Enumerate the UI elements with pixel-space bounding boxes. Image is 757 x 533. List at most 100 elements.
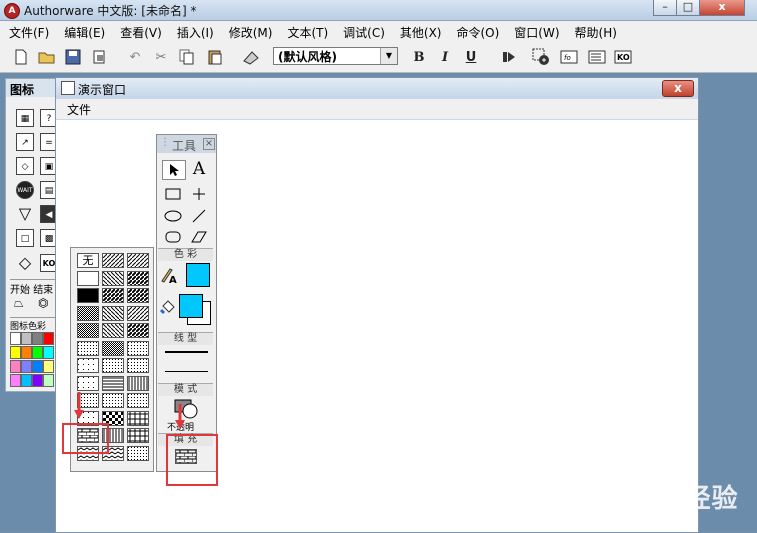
icon-palette-title-bar[interactable]: 图标 (6, 79, 58, 97)
text-tool-button[interactable]: A (188, 159, 210, 179)
fill-pattern-swatch[interactable] (77, 305, 99, 321)
drag-handle-icon[interactable]: ⋮ (160, 137, 170, 148)
icon-color-swatch[interactable] (10, 374, 21, 387)
bold-button[interactable]: B (410, 48, 428, 66)
navigate-icon[interactable]: ▽ (16, 205, 34, 223)
display-icon[interactable]: ▦ (16, 109, 34, 127)
fill-pattern-swatch[interactable] (102, 305, 124, 321)
icon-color-swatch[interactable] (10, 346, 21, 359)
undo-icon[interactable]: ↶ (126, 48, 144, 66)
fill-pattern-swatch[interactable] (102, 288, 124, 303)
fill-pattern-swatch[interactable] (77, 340, 99, 356)
menu-view[interactable]: 查看(V) (111, 21, 168, 42)
fill-pattern-swatch[interactable] (77, 288, 99, 303)
find-replace-icon[interactable] (242, 48, 260, 66)
copy-icon[interactable] (178, 48, 196, 66)
icon-color-swatch[interactable] (43, 346, 54, 359)
fill-pattern-swatch[interactable] (127, 340, 149, 356)
icon-color-swatch[interactable] (43, 360, 54, 373)
polygon-tool-icon[interactable] (188, 228, 210, 246)
import-icon[interactable] (90, 48, 108, 66)
menu-modify[interactable]: 修改(M) (220, 21, 279, 42)
presentation-window-title-bar[interactable]: 演示窗口 x (56, 78, 698, 98)
icon-color-swatch[interactable] (32, 346, 43, 359)
fill-pattern-swatch[interactable] (127, 375, 149, 391)
icon-color-swatch[interactable] (21, 360, 32, 373)
presentation-close-button[interactable]: x (662, 80, 694, 97)
motion-icon[interactable]: ↗ (16, 133, 34, 151)
fill-pattern-swatch[interactable] (102, 393, 124, 408)
paste-icon[interactable] (206, 48, 224, 66)
open-file-icon[interactable] (38, 48, 56, 66)
icon-color-swatch[interactable] (21, 374, 32, 387)
rectangle-tool-icon[interactable] (162, 185, 184, 203)
menu-insert[interactable]: 插入(I) (168, 21, 220, 42)
fill-pattern-swatch[interactable] (77, 375, 99, 391)
knowledge-objects-icon[interactable]: KO (614, 48, 632, 66)
fill-pattern-swatch[interactable] (127, 410, 149, 426)
decision-icon[interactable]: ◇ (16, 254, 34, 272)
fill-pattern-swatch[interactable] (102, 375, 124, 391)
menu-command[interactable]: 命令(O) (447, 21, 505, 42)
foreground-color-swatch[interactable] (186, 263, 210, 287)
fill-pattern-swatch[interactable] (127, 323, 149, 338)
tools-title-bar[interactable]: ⋮ 工具 × (157, 135, 216, 153)
maximize-button[interactable]: □ (676, 0, 700, 16)
icon-color-swatch[interactable] (32, 374, 43, 387)
framework-icon[interactable]: □ (16, 229, 34, 247)
erase-icon[interactable]: ◇ (16, 157, 34, 175)
fill-pattern-swatch[interactable] (77, 270, 99, 286)
fill-color-swatch[interactable] (179, 294, 203, 318)
icon-color-swatch[interactable] (32, 360, 43, 373)
fill-pattern-swatch[interactable] (127, 270, 149, 286)
fill-pattern-swatch[interactable] (127, 428, 149, 443)
text-style-dropdown[interactable]: (默认风格) ▼ (273, 47, 398, 65)
menu-help[interactable]: 帮助(H) (566, 21, 623, 42)
fill-pattern-swatch[interactable] (102, 323, 124, 338)
run-icon[interactable] (500, 48, 518, 66)
menu-other[interactable]: 其他(X) (391, 21, 448, 42)
fill-pattern-swatch[interactable] (102, 270, 124, 286)
italic-button[interactable]: I (436, 48, 454, 66)
pattern-none[interactable]: 无 (77, 253, 99, 268)
fill-pattern-swatch[interactable] (77, 323, 99, 338)
fill-pattern-swatch[interactable] (127, 445, 149, 461)
pencil-text-color-icon[interactable]: A (160, 265, 178, 286)
icon-color-swatch[interactable] (10, 360, 21, 373)
icon-color-swatch[interactable] (32, 332, 43, 345)
tools-close-icon[interactable]: × (203, 138, 215, 150)
underline-button[interactable]: U (462, 48, 480, 66)
authorware-app-icon[interactable]: A (4, 3, 20, 19)
diagonal-line-tool-icon[interactable] (188, 207, 210, 225)
menu-edit[interactable]: 编辑(E) (55, 21, 111, 42)
fill-pattern-swatch[interactable] (127, 253, 149, 268)
menu-debug[interactable]: 调试(C) (334, 21, 391, 42)
fill-pattern-swatch[interactable] (127, 393, 149, 408)
menu-file[interactable]: 文件(F) (0, 21, 55, 42)
functions-icon[interactable]: fo (560, 48, 578, 66)
fill-pattern-swatch[interactable] (102, 340, 124, 356)
presentation-menu-file[interactable]: 文件 (67, 101, 91, 118)
line-style-preview-thin[interactable] (165, 371, 208, 372)
start-flag-icon[interactable]: ⏢ (14, 296, 24, 311)
rounded-rectangle-tool-icon[interactable] (162, 228, 184, 246)
variables-icon[interactable] (588, 48, 606, 66)
pointer-tool-icon[interactable] (162, 160, 186, 180)
icon-color-swatch[interactable] (21, 332, 32, 345)
control-panel-icon[interactable] (532, 48, 550, 66)
icon-color-swatch[interactable] (21, 346, 32, 359)
end-flag-icon[interactable]: ⏣ (38, 296, 48, 310)
menu-window[interactable]: 窗口(W) (505, 21, 565, 42)
ellipse-tool-icon[interactable] (162, 207, 184, 225)
fill-pattern-swatch[interactable] (102, 358, 124, 373)
paint-bucket-icon[interactable] (159, 298, 177, 316)
fill-pattern-swatch[interactable] (102, 253, 124, 268)
menu-text[interactable]: 文本(T) (278, 21, 334, 42)
close-button[interactable]: x (699, 0, 745, 16)
new-file-icon[interactable] (12, 48, 30, 66)
fill-pattern-swatch[interactable] (127, 305, 149, 321)
save-icon[interactable] (64, 48, 82, 66)
line-tool-icon[interactable] (188, 185, 210, 203)
chevron-down-icon[interactable]: ▼ (380, 48, 397, 64)
fill-pattern-swatch[interactable] (127, 288, 149, 303)
